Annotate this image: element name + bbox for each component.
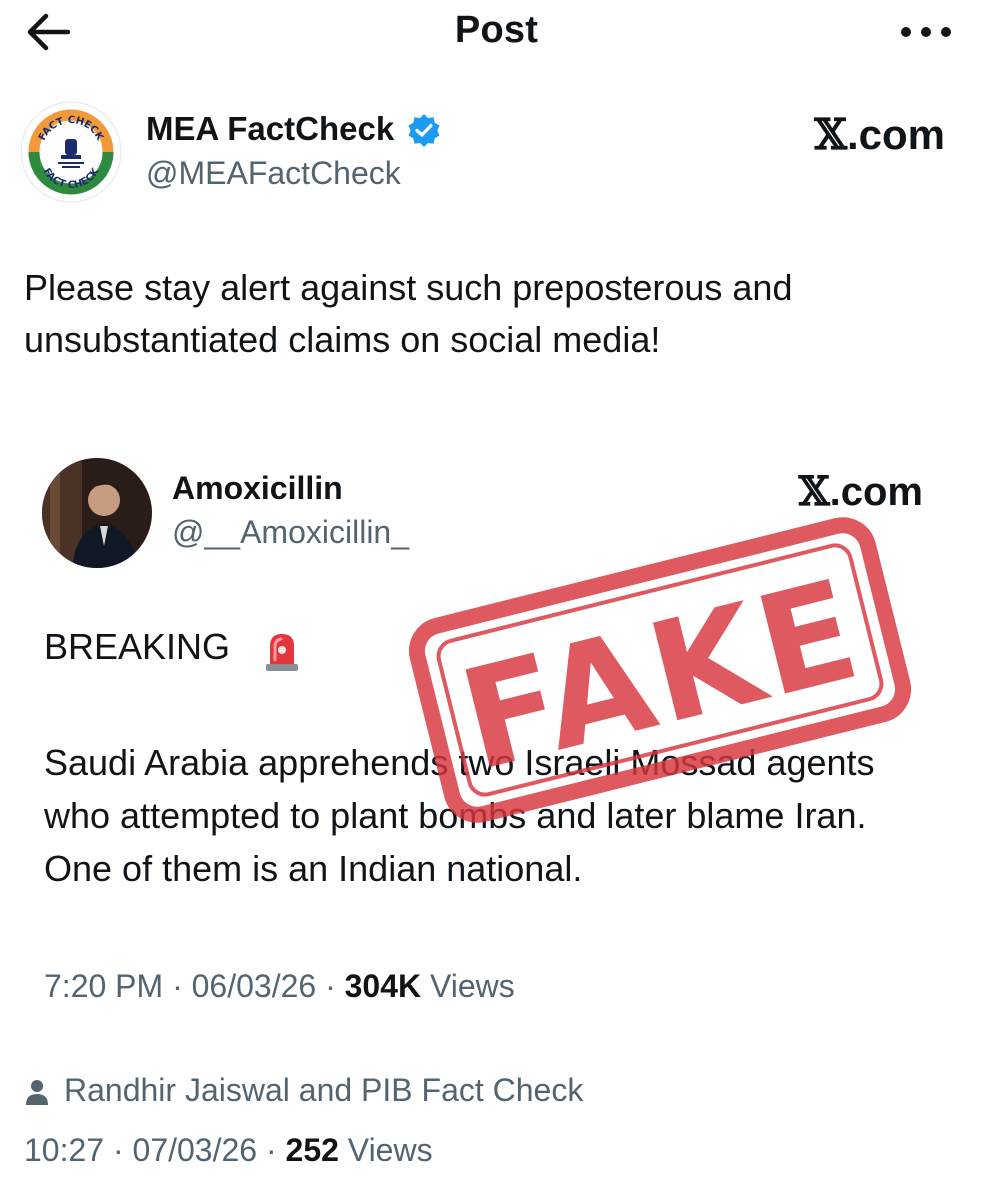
mea-factcheck-logo: FACT CHECK FACT CHECK xyxy=(20,101,122,203)
post-views-label: Views xyxy=(347,1132,433,1168)
post-time: 10:27 xyxy=(24,1132,105,1168)
embedded-x-com-watermark: 𝕏.com xyxy=(798,468,923,515)
embedded-tweet-meta: 7:20 PM · 06/03/26 · 304K Views xyxy=(44,968,515,1004)
post-views-count[interactable]: 252 xyxy=(286,1132,339,1168)
post-date: 07/03/26 xyxy=(132,1132,258,1168)
author-handle[interactable]: @MEAFactCheck xyxy=(146,155,401,192)
siren-icon xyxy=(262,630,302,672)
x-com-watermark: 𝕏.com xyxy=(814,110,945,159)
verified-badge-icon xyxy=(407,113,441,147)
embedded-author-handle: @__Amoxicillin_ xyxy=(172,514,410,550)
embedded-tweet-body: Saudi Arabia apprehends two Israeli Moss… xyxy=(44,742,875,889)
embedded-views-count: 304K xyxy=(344,968,422,1004)
more-options-button[interactable] xyxy=(896,16,956,48)
embedded-author-avatar xyxy=(42,458,152,568)
more-horizontal-icon xyxy=(901,27,951,37)
x-logo-icon: 𝕏 xyxy=(798,468,830,515)
author-avatar[interactable]: FACT CHECK FACT CHECK xyxy=(20,101,122,203)
x-logo-icon: 𝕏 xyxy=(814,110,847,159)
breaking-label: BREAKING xyxy=(44,626,231,667)
embedded-author-name: Amoxicillin xyxy=(172,470,343,506)
top-nav-bar: Post xyxy=(0,0,993,64)
page-title: Post xyxy=(454,9,539,51)
author-name[interactable]: MEA FactCheck xyxy=(146,110,394,148)
post-meta: 10:27 · 07/03/26 · 252 Views xyxy=(24,1132,433,1168)
mentioned-users-text: Randhir Jaiswal and PIB Fact Check xyxy=(64,1072,584,1108)
embedded-tweet-image[interactable]: Amoxicillin @__Amoxicillin_ 𝕏.com BREAKI… xyxy=(0,440,993,1030)
post-text: Please stay alert against such preposter… xyxy=(24,267,793,360)
person-photo-icon xyxy=(42,458,152,568)
person-icon xyxy=(26,1080,48,1105)
